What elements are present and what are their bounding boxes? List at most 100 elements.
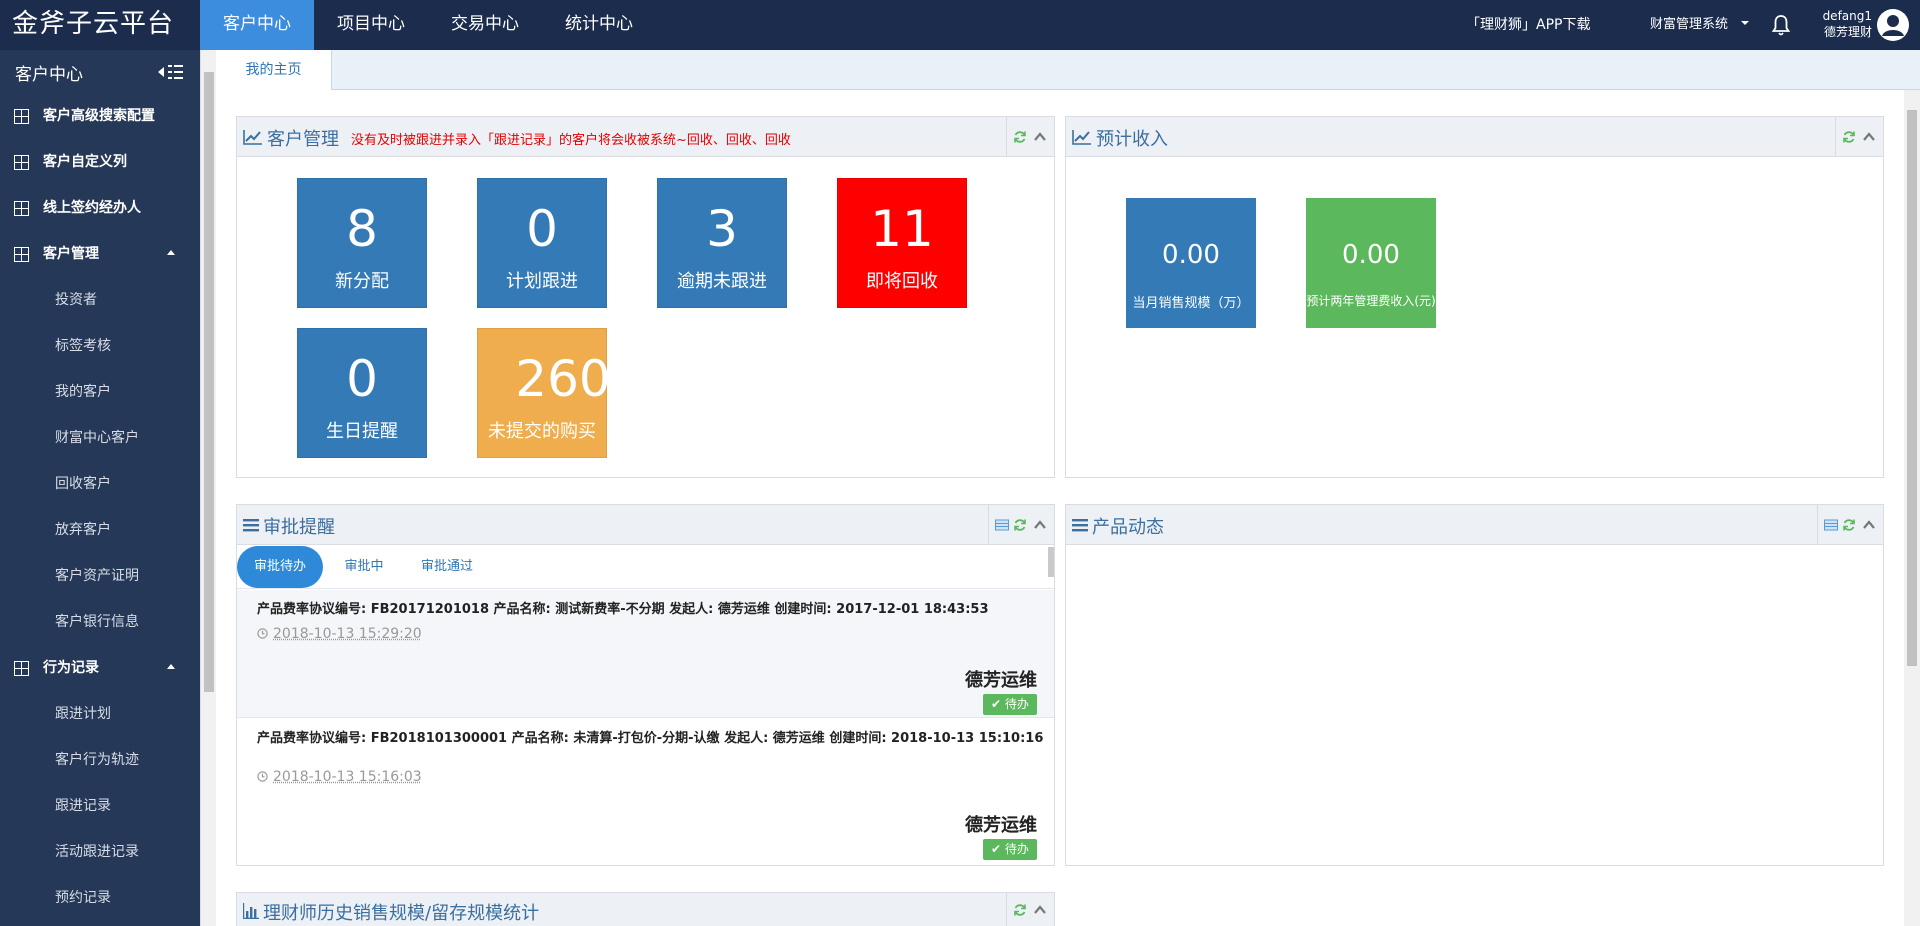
sidebar-item-label: 线上签约经办人 [43,200,141,216]
scrollbar-thumb[interactable] [204,72,214,692]
tile-label: 生日提醒 [326,421,398,442]
sidebar-item-advanced-search-config[interactable]: 客户高级搜索配置 [0,94,200,138]
sidebar-item-bank-info[interactable]: 客户银行信息 [0,600,200,644]
tile-monthly-sales[interactable]: 0.00 当月销售规模（万） [1126,198,1256,328]
tile-number: 3 [706,200,738,258]
sidebar-item-investors[interactable]: 投资者 [0,278,200,322]
tile-soon-reclaim[interactable]: 11 即将回收 [837,178,967,308]
approval-time-text: 2018-10-13 15:16:03 [273,769,422,785]
top-bar: 金斧子云平台 客户中心 项目中心 交易中心 统计中心 「理财狮」APP下载 财富… [0,0,1920,50]
sidebar-item-activity-follow-records[interactable]: 活动跟进记录 [0,830,200,874]
system-switcher[interactable]: 财富管理系统 [1650,0,1750,50]
nav-tab-project-center[interactable]: 项目中心 [314,0,428,50]
tile-overdue-follow[interactable]: 3 逾期未跟进 [657,178,787,308]
check-icon: ✔ [991,842,1005,856]
approval-item[interactable]: 产品费率协议编号: FB2018101300001 产品名称: 未清算-打包价-… [237,719,1054,865]
app-download-link[interactable]: 「理财狮」APP下载 [1466,0,1590,50]
user-info[interactable]: defang1 德芳理财 [1800,8,1872,40]
chevron-up-icon[interactable] [1862,130,1876,144]
sidebar-item-abandoned-customers[interactable]: 放弃客户 [0,508,200,552]
tab-approval-in-progress[interactable]: 审批中 [327,546,401,588]
sidebar-item-reclaimed-customers[interactable]: 回收客户 [0,462,200,506]
grid-icon [14,201,29,216]
sidebar-scrollbar[interactable] [200,50,216,926]
sidebar-group-behavior-records[interactable]: 行为记录 [0,646,200,690]
approval-item[interactable]: 产品费率协议编号: FB20171201018 产品名称: 测试新费率-不分期 … [237,590,1054,718]
sidebar-item-label: 客户管理 [43,246,99,262]
nav-tab-stats-center[interactable]: 统计中心 [542,0,656,50]
panel-header: 客户管理 没有及时被跟进并录入「跟进记录」的客户将会收被系统~回收、回收、回收 [237,117,1054,157]
sidebar-item-online-signing-agent[interactable]: 线上签约经办人 [0,186,200,230]
nav-tab-customer-center[interactable]: 客户中心 [200,0,314,50]
refresh-icon[interactable] [1013,903,1027,917]
main-scrollbar[interactable] [1904,90,1920,926]
tile-number: 0.00 [1342,240,1400,270]
tile-plan-follow[interactable]: 0 计划跟进 [477,178,607,308]
panel-tools [1006,893,1054,926]
tile-new-assigned[interactable]: 8 新分配 [297,178,427,308]
app-logo: 金斧子云平台 [12,9,175,39]
sidebar-item-wealth-center-customers[interactable]: 财富中心客户 [0,416,200,460]
product-dynamics-panel: 产品动态 [1065,504,1884,866]
user-avatar-icon[interactable] [1877,9,1909,41]
panel-title: 产品动态 [1092,517,1164,538]
tile-unsubmitted-purchase[interactable]: 260 未提交的购买 [477,328,611,458]
panel-title: 预计收入 [1096,129,1168,150]
chevron-up-icon[interactable] [1862,518,1876,532]
sidebar-item-reservation-records[interactable]: 预约记录 [0,876,200,920]
approval-tabs: 审批待办 审批中 审批通过 [237,546,1054,589]
sidebar-collapse-icon[interactable] [158,62,184,82]
nav-tab-trade-center[interactable]: 交易中心 [428,0,542,50]
approval-reminder-panel: 审批提醒 审批待办 审批中 审批通过 产品费率协议编号: FB201712010… [236,504,1055,866]
bar-chart-icon [243,903,259,919]
status-badge: ✔ 待办 [983,694,1037,715]
caret-up-icon [167,664,175,669]
chevron-up-icon[interactable] [1033,130,1047,144]
recycle-warning-note: 没有及时被跟进并录入「跟进记录」的客户将会收被系统~回收、回收、回收 [351,133,791,148]
tile-label: 计划跟进 [506,271,578,292]
sidebar-group-customer-management[interactable]: 客户管理 [0,232,200,276]
sidebar-item-follow-plan[interactable]: 跟进计划 [0,692,200,736]
tile-label: 即将回收 [866,271,938,292]
status-badge-text: 待办 [1004,842,1029,856]
check-icon: ✔ [991,697,1005,711]
sidebar-item-my-customers[interactable]: 我的客户 [0,370,200,414]
refresh-icon[interactable] [1842,130,1856,144]
approval-list-scrollbar[interactable] [1045,547,1055,577]
tab-approval-todo[interactable]: 审批待办 [237,546,323,588]
chevron-up-icon[interactable] [1033,903,1047,917]
tile-label: 未提交的购买 [488,421,596,442]
tile-label: 预计两年管理费收入(元) [1306,294,1436,308]
sidebar-item-behavior-track[interactable]: 客户行为轨迹 [0,738,200,782]
approval-initiator: 德芳运维 [965,815,1037,836]
panel-tools [1835,117,1883,157]
table-icon[interactable] [995,518,1009,532]
grid-icon [14,661,29,676]
grid-icon [14,109,29,124]
tile-two-year-fee-income[interactable]: 0.00 预计两年管理费收入(元) [1306,198,1436,328]
tile-number: 260 [515,350,611,408]
sidebar-item-label: 客户自定义列 [43,154,127,170]
sidebar-item-tag-assessment[interactable]: 标签考核 [0,324,200,368]
panel-header: 审批提醒 [237,505,1054,545]
expected-income-panel: 预计收入 0.00 当月销售规模（万） 0.00 预计两年管理费收入(元) [1065,116,1884,478]
refresh-icon[interactable] [1013,518,1027,532]
tile-number: 0 [346,350,378,408]
caret-down-icon [1741,21,1750,25]
panel-header: 产品动态 [1066,505,1883,545]
refresh-icon[interactable] [1013,130,1027,144]
scrollbar-thumb[interactable] [1907,110,1917,666]
approval-time: 2018-10-13 15:16:03 [257,769,422,785]
panel-title: 审批提醒 [263,517,335,538]
chevron-up-icon[interactable] [1033,518,1047,532]
tab-approval-passed[interactable]: 审批通过 [405,546,489,588]
sidebar-item-follow-records[interactable]: 跟进记录 [0,784,200,828]
sidebar-item-custom-columns[interactable]: 客户自定义列 [0,140,200,184]
refresh-icon[interactable] [1842,518,1856,532]
tab-my-home[interactable]: 我的主页 [216,50,332,90]
bell-icon[interactable] [1771,13,1791,37]
approval-initiator: 德芳运维 [965,670,1037,691]
sidebar-item-asset-certificate[interactable]: 客户资产证明 [0,554,200,598]
table-icon[interactable] [1824,518,1838,532]
tile-birthday-reminder[interactable]: 0 生日提醒 [297,328,427,458]
